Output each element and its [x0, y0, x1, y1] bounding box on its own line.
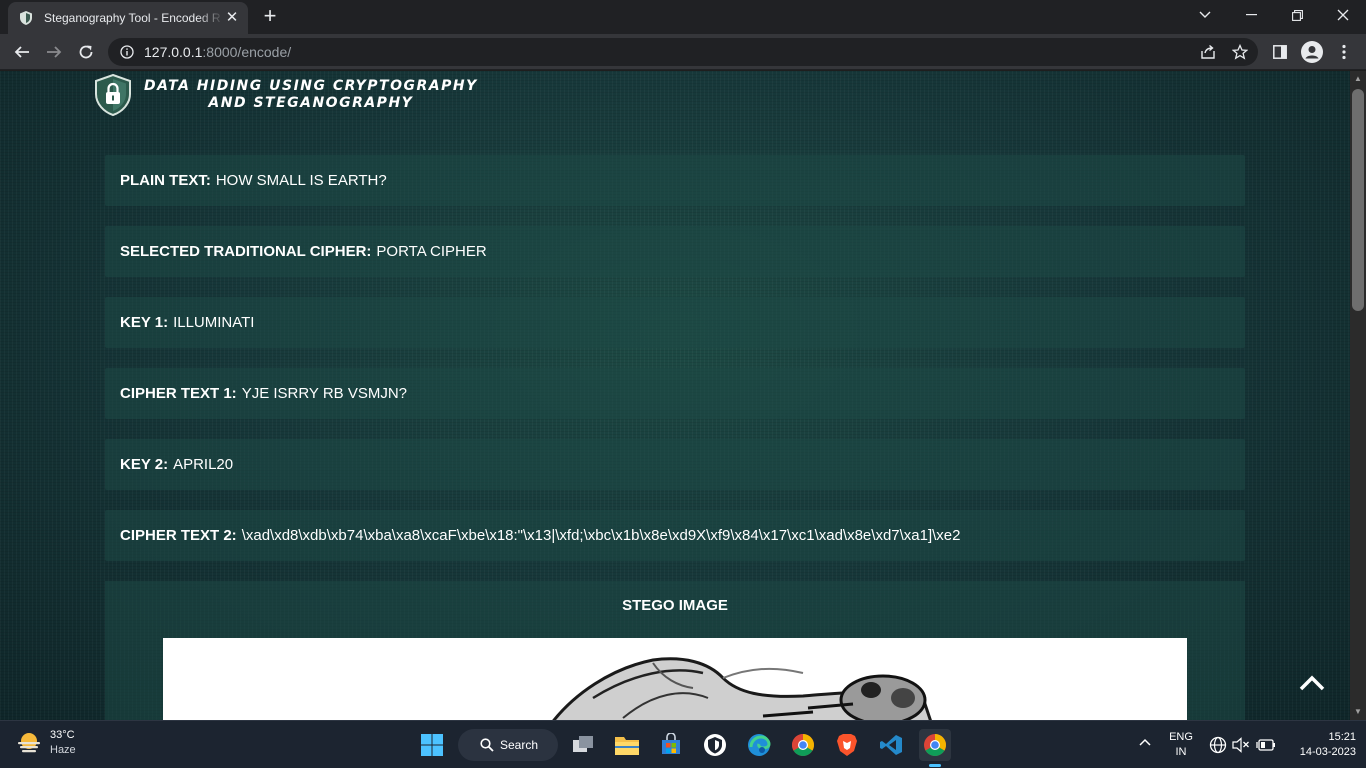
- region-code: IN: [1175, 746, 1187, 758]
- clock-date: 14-03-2023: [1299, 746, 1356, 758]
- side-panel-icon[interactable]: [1266, 38, 1294, 66]
- cipher-selection-row: SELECTED TRADITIONAL CIPHER: PORTA CIPHE…: [105, 226, 1245, 277]
- task-view-icon[interactable]: [567, 729, 599, 761]
- bookmark-star-icon[interactable]: [1226, 38, 1254, 66]
- share-icon[interactable]: [1194, 38, 1222, 66]
- cipher-text2-value: \xad\xd8\xdb\xb74\xba\xa8\xcaF\xbe\x18:"…: [241, 527, 961, 544]
- microsoft-store-icon[interactable]: [655, 729, 687, 761]
- chrome-active-icon[interactable]: [919, 729, 951, 767]
- tab-search-icon[interactable]: [1182, 0, 1228, 30]
- site-info-icon[interactable]: [120, 45, 134, 59]
- volume-muted-icon[interactable]: [1232, 737, 1250, 758]
- stego-image-section: STEGO IMAGE: [105, 581, 1245, 720]
- close-tab-icon[interactable]: ✕: [224, 10, 240, 26]
- tab-title: Steganography Tool - Encoded R: [44, 11, 221, 25]
- edge-browser-icon[interactable]: [743, 729, 775, 761]
- browser-tab[interactable]: Steganography Tool - Encoded R ✕: [8, 2, 248, 34]
- language-code: ENG: [1169, 731, 1193, 743]
- shield-lock-logo-icon: [95, 74, 131, 116]
- scrollbar-thumb[interactable]: [1352, 89, 1364, 311]
- cipher-text1-row: CIPHER TEXT 1: YJE ISRRY RB VSMJN?: [105, 368, 1245, 419]
- restore-icon[interactable]: [1274, 0, 1320, 30]
- site-brand[interactable]: DATA HIDING USING CRYPTOGRAPHY AND STEGA…: [94, 74, 478, 116]
- key1-value: ILLUMINATI: [173, 314, 255, 331]
- weather-temperature: 33°C: [50, 729, 75, 741]
- key2-row: KEY 2: APRIL20: [105, 439, 1245, 490]
- brand-title-line1: DATA HIDING USING CRYPTOGRAPHY: [144, 78, 478, 94]
- browser-titlebar: Steganography Tool - Encoded R ✕ +: [0, 0, 1366, 34]
- key2-value: APRIL20: [173, 456, 234, 473]
- key1-label: KEY 1:: [120, 314, 169, 331]
- scroll-down-arrow-icon[interactable]: ▼: [1350, 704, 1366, 720]
- taskbar-search[interactable]: Search: [458, 729, 558, 761]
- chrome-icon[interactable]: [787, 729, 819, 761]
- clock-time: 15:21: [1328, 731, 1356, 743]
- network-globe-icon[interactable]: [1209, 736, 1227, 759]
- brave-browser-icon[interactable]: [831, 729, 863, 761]
- menu-kebab-icon[interactable]: [1330, 38, 1358, 66]
- back-arrow-icon[interactable]: [8, 38, 36, 66]
- shield-favicon-icon: [18, 10, 34, 26]
- plain-text-label: PLAIN TEXT:: [120, 172, 211, 189]
- search-icon: [480, 738, 494, 752]
- cipher-text1-value: YJE ISRRY RB VSMJN?: [241, 385, 408, 402]
- profile-avatar-icon[interactable]: [1298, 38, 1326, 66]
- cipher-selection-label: SELECTED TRADITIONAL CIPHER:: [120, 243, 372, 260]
- address-bar[interactable]: 127.0.0.1:8000/encode/: [108, 38, 1258, 66]
- browser-toolbar: 127.0.0.1:8000/encode/: [0, 34, 1366, 70]
- new-tab-button[interactable]: +: [258, 5, 282, 29]
- active-app-indicator: [929, 764, 941, 767]
- minimize-icon[interactable]: [1228, 0, 1274, 30]
- stego-image: [163, 638, 1187, 720]
- brand-title-line2: AND STEGANOGRAPHY: [208, 95, 414, 111]
- search-label: Search: [500, 738, 539, 752]
- file-explorer-icon[interactable]: [611, 729, 643, 761]
- start-windows-icon[interactable]: [416, 729, 448, 761]
- taskbar: 33°C Haze Search ENG IN 15:21 14-03-2023: [0, 720, 1366, 768]
- scroll-up-arrow-icon[interactable]: ▲: [1350, 71, 1366, 87]
- stego-image-title: STEGO IMAGE: [622, 597, 728, 614]
- page-scrollbar[interactable]: ▲ ▼: [1350, 71, 1366, 720]
- weather-condition: Haze: [50, 744, 76, 756]
- system-clock[interactable]: 15:21 14-03-2023: [1286, 730, 1356, 760]
- cipher-text1-label: CIPHER TEXT 1:: [120, 385, 237, 402]
- plain-text-value: HOW SMALL IS EARTH?: [215, 172, 387, 189]
- reload-icon[interactable]: [72, 38, 100, 66]
- shield-app-icon[interactable]: [699, 729, 731, 761]
- page-viewport: DATA HIDING USING CRYPTOGRAPHY AND STEGA…: [0, 71, 1350, 720]
- cipher-selection-value: PORTA CIPHER: [376, 243, 487, 260]
- close-window-icon[interactable]: [1320, 0, 1366, 30]
- weather-widget[interactable]: 33°C Haze: [16, 728, 76, 758]
- input-language[interactable]: ENG IN: [1166, 730, 1196, 760]
- forward-arrow-icon[interactable]: [40, 38, 68, 66]
- plain-text-row: PLAIN TEXT: HOW SMALL IS EARTH?: [105, 155, 1245, 206]
- show-hidden-icons-chevron-icon[interactable]: [1138, 737, 1152, 752]
- cipher-text2-row: CIPHER TEXT 2: \xad\xd8\xdb\xb74\xba\xa8…: [105, 510, 1245, 561]
- battery-charging-icon[interactable]: [1256, 737, 1276, 758]
- key2-label: KEY 2:: [120, 456, 169, 473]
- back-to-top-chevron-icon[interactable]: [1296, 667, 1328, 699]
- stego-sketch-illustration: [552, 657, 932, 720]
- key1-row: KEY 1: ILLUMINATI: [105, 297, 1245, 348]
- cipher-text2-label: CIPHER TEXT 2:: [120, 527, 237, 544]
- vscode-icon[interactable]: [875, 729, 907, 761]
- url-host: 127.0.0.1: [144, 44, 203, 60]
- url-path: :8000/encode/: [202, 44, 292, 60]
- haze-sun-icon: [18, 733, 40, 753]
